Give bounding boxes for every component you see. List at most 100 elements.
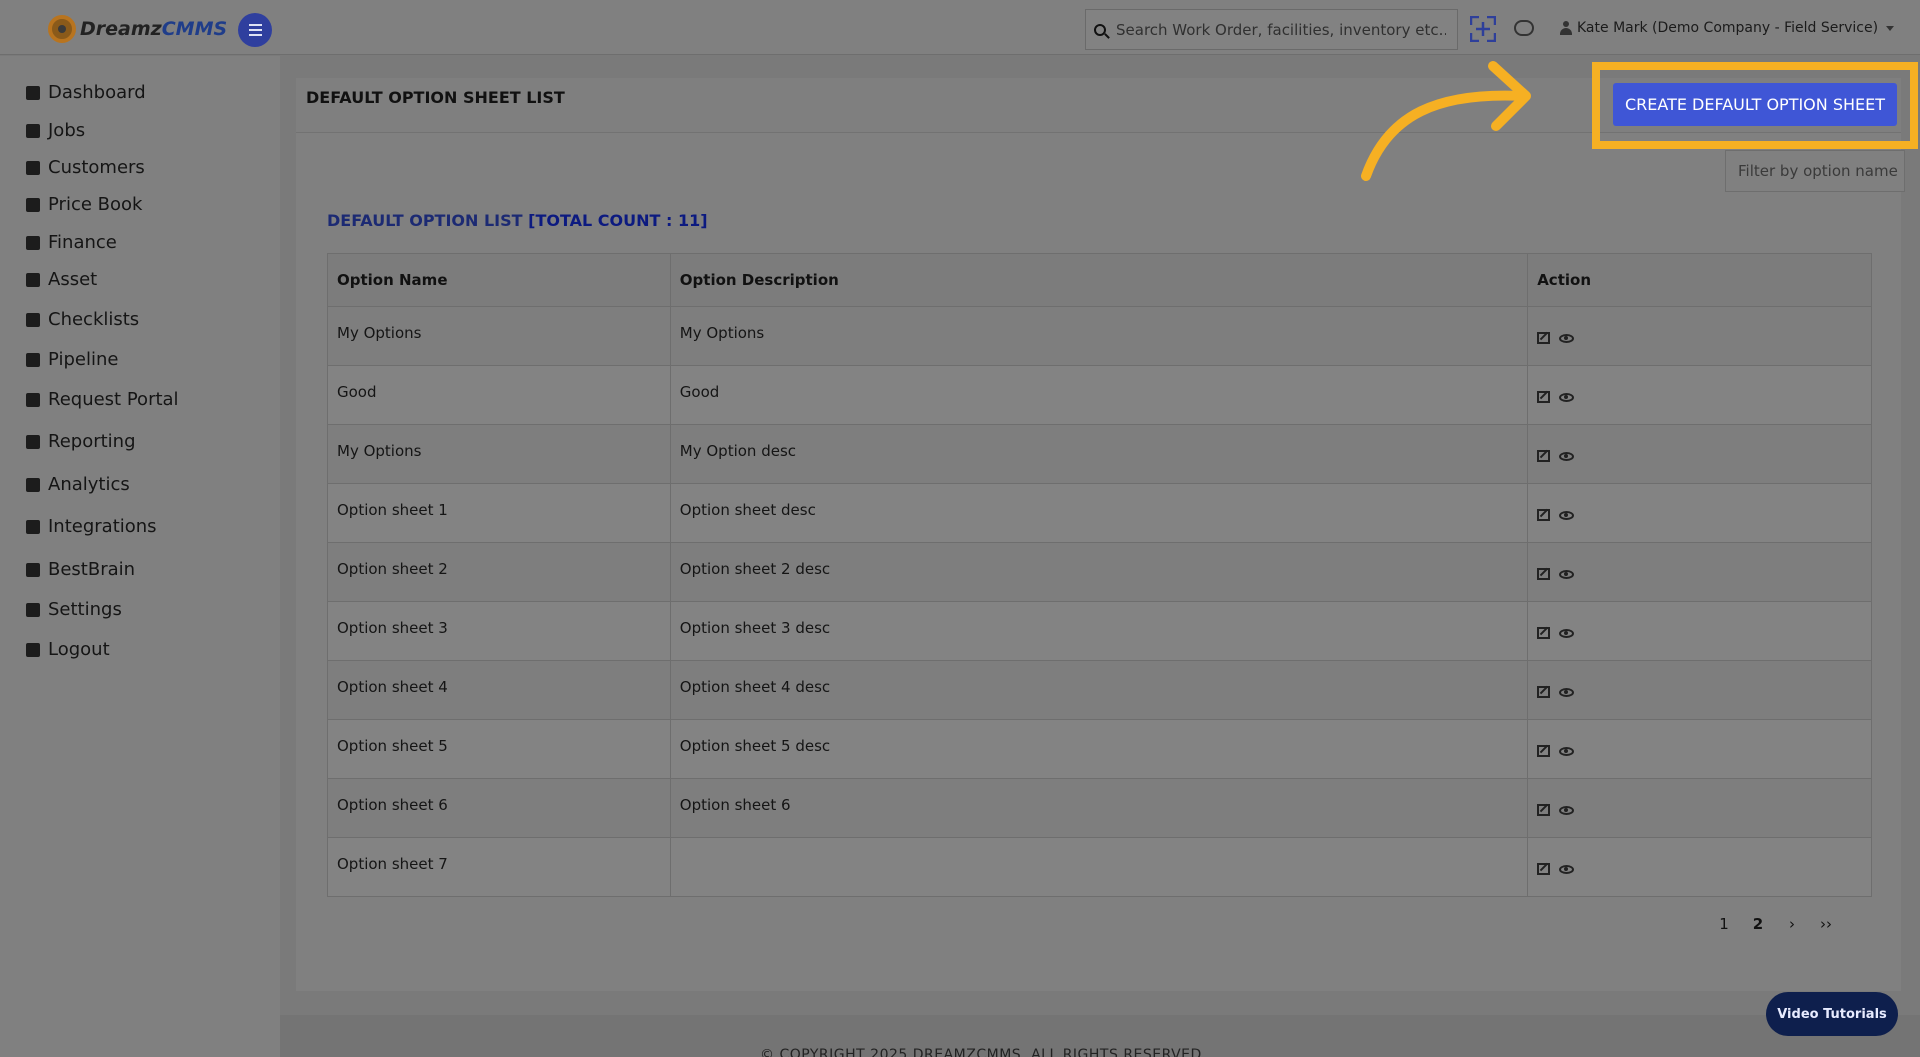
sidebar-item-dashboard[interactable]: Dashboard xyxy=(26,82,146,103)
option-name-cell: Option sheet 3 xyxy=(327,601,671,661)
user-menu[interactable]: Kate Mark (Demo Company - Field Service) xyxy=(1560,20,1895,36)
table-row: Option sheet 5 Option sheet 5 desc xyxy=(327,719,1872,779)
sidebar-item-settings[interactable]: Settings xyxy=(26,599,122,620)
cart-icon xyxy=(26,392,40,407)
edit-icon[interactable] xyxy=(1537,391,1551,403)
column-header-action: Action xyxy=(1527,253,1872,307)
option-description-cell: Option sheet desc xyxy=(669,483,1529,543)
total-count-badge: [TOTAL COUNT : 11] xyxy=(528,211,708,230)
view-icon[interactable] xyxy=(1559,687,1575,697)
page-2-link[interactable]: 2 xyxy=(1752,915,1764,933)
list-title: DEFAULT OPTION LIST [TOTAL COUNT : 11] xyxy=(327,211,708,230)
edit-icon[interactable] xyxy=(1537,627,1551,639)
logo-text-accent: CMMS xyxy=(161,18,228,40)
wrench-icon xyxy=(26,123,40,138)
sidebar-item-label: Price Book xyxy=(48,194,143,215)
option-name-cell: Good xyxy=(327,365,671,425)
sidebar-item-checklists[interactable]: Checklists xyxy=(26,309,139,330)
sidebar-item-label: Customers xyxy=(48,157,145,178)
sidebar-item-pipeline[interactable]: Pipeline xyxy=(26,349,118,370)
table-row: Option sheet 1 Option sheet desc xyxy=(327,483,1872,543)
app-logo[interactable]: DreamzCMMS xyxy=(48,14,227,44)
sidebar-item-logout[interactable]: Logout xyxy=(26,639,110,660)
logo-text-main: Dreamz xyxy=(80,18,162,40)
option-description-cell: Option sheet 4 desc xyxy=(669,660,1529,720)
main-content: DEFAULT OPTION SHEET LIST DEFAULT OPTION… xyxy=(280,56,1920,1057)
money-icon xyxy=(26,197,40,212)
sidebar-item-finance[interactable]: Finance xyxy=(26,232,117,253)
page-1-link[interactable]: 1 xyxy=(1718,915,1730,933)
sidebar-item-label: Integrations xyxy=(48,516,157,537)
edit-icon[interactable] xyxy=(1537,568,1551,580)
check-square-icon xyxy=(26,312,40,327)
sidebar-item-analytics[interactable]: Analytics xyxy=(26,474,130,495)
view-icon[interactable] xyxy=(1559,451,1575,461)
chat-icon[interactable] xyxy=(1514,20,1534,36)
view-icon[interactable] xyxy=(1559,569,1575,579)
edit-icon[interactable] xyxy=(1537,332,1551,344)
edit-icon[interactable] xyxy=(1537,863,1551,875)
view-icon[interactable] xyxy=(1559,333,1575,343)
dashboard-icon xyxy=(26,85,40,100)
view-icon[interactable] xyxy=(1559,805,1575,815)
view-icon[interactable] xyxy=(1559,510,1575,520)
view-icon[interactable] xyxy=(1559,628,1575,638)
sidebar-item-customers[interactable]: Customers xyxy=(26,157,145,178)
search-input[interactable] xyxy=(1116,20,1446,39)
sidebar-item-integrations[interactable]: Integrations xyxy=(26,516,157,537)
sidebar-item-label: BestBrain xyxy=(48,559,136,580)
view-icon[interactable] xyxy=(1559,392,1575,402)
table-header-row: Option Name Option Description Action xyxy=(327,253,1872,307)
table-row: My Options My Option desc xyxy=(327,424,1872,484)
last-page-icon[interactable]: ›› xyxy=(1820,915,1832,933)
sidebar-item-bestbrain[interactable]: BestBrain xyxy=(26,559,135,580)
action-cell xyxy=(1527,424,1872,484)
sidebar-item-asset[interactable]: Asset xyxy=(26,269,97,290)
sidebar-item-label: Dashboard xyxy=(48,82,146,103)
option-description-cell: Good xyxy=(669,365,1529,425)
sidebar-item-jobs[interactable]: Jobs xyxy=(26,120,85,141)
option-name-cell: Option sheet 5 xyxy=(327,719,671,779)
global-search[interactable] xyxy=(1085,9,1458,50)
sidebar-item-label: Checklists xyxy=(48,309,140,330)
edit-icon[interactable] xyxy=(1537,745,1551,757)
star-icon xyxy=(26,562,40,577)
option-sheet-table: Option Name Option Description Action My… xyxy=(327,253,1872,897)
cloud-icon xyxy=(26,519,40,534)
file-icon xyxy=(26,434,40,449)
sidebar-item-reporting[interactable]: Reporting xyxy=(26,431,136,452)
edit-icon[interactable] xyxy=(1537,450,1551,462)
option-name-cell: My Options xyxy=(327,424,671,484)
create-default-option-sheet-button[interactable]: CREATE DEFAULT OPTION SHEET xyxy=(1613,83,1897,126)
sidebar-item-request-portal[interactable]: Request Portal xyxy=(26,389,179,410)
option-description-cell: Option sheet 5 desc xyxy=(669,719,1529,779)
dashboard-icon xyxy=(26,477,40,492)
footer-copyright: © COPYRIGHT 2025 DREAMZCMMS. ALL RIGHTS … xyxy=(760,1047,1202,1057)
sidebar-item-price-book[interactable]: Price Book xyxy=(26,194,142,215)
user-icon xyxy=(26,642,40,657)
action-cell xyxy=(1527,660,1872,720)
action-cell xyxy=(1527,601,1872,661)
view-icon[interactable] xyxy=(1559,746,1575,756)
column-header-option-name[interactable]: Option Name xyxy=(327,253,671,307)
edit-icon[interactable] xyxy=(1537,686,1551,698)
view-icon[interactable] xyxy=(1559,864,1575,874)
table-row: My Options My Options xyxy=(327,306,1872,366)
edit-icon[interactable] xyxy=(1537,509,1551,521)
callout-arrow-icon xyxy=(1361,61,1531,181)
sidebar-item-label: Analytics xyxy=(48,474,130,495)
menu-toggle-button[interactable] xyxy=(238,13,272,47)
edit-icon[interactable] xyxy=(1537,804,1551,816)
option-name-cell: My Options xyxy=(327,306,671,366)
logo-text: DreamzCMMS xyxy=(80,18,227,40)
next-page-icon[interactable]: › xyxy=(1786,915,1798,933)
column-header-option-description[interactable]: Option Description xyxy=(669,253,1529,307)
action-cell xyxy=(1527,365,1872,425)
scan-icon[interactable] xyxy=(1470,16,1496,42)
top-bar: DreamzCMMS Kate Mark (Demo Company - Fie… xyxy=(0,0,1920,55)
action-cell xyxy=(1527,483,1872,543)
list-title-text: DEFAULT OPTION LIST xyxy=(327,211,523,230)
video-tutorials-button[interactable]: Video Tutorials xyxy=(1766,992,1898,1036)
filter-option-name-input[interactable] xyxy=(1725,150,1905,192)
sidebar: Dashboard Jobs Customers Price Book Fina… xyxy=(0,56,280,1057)
